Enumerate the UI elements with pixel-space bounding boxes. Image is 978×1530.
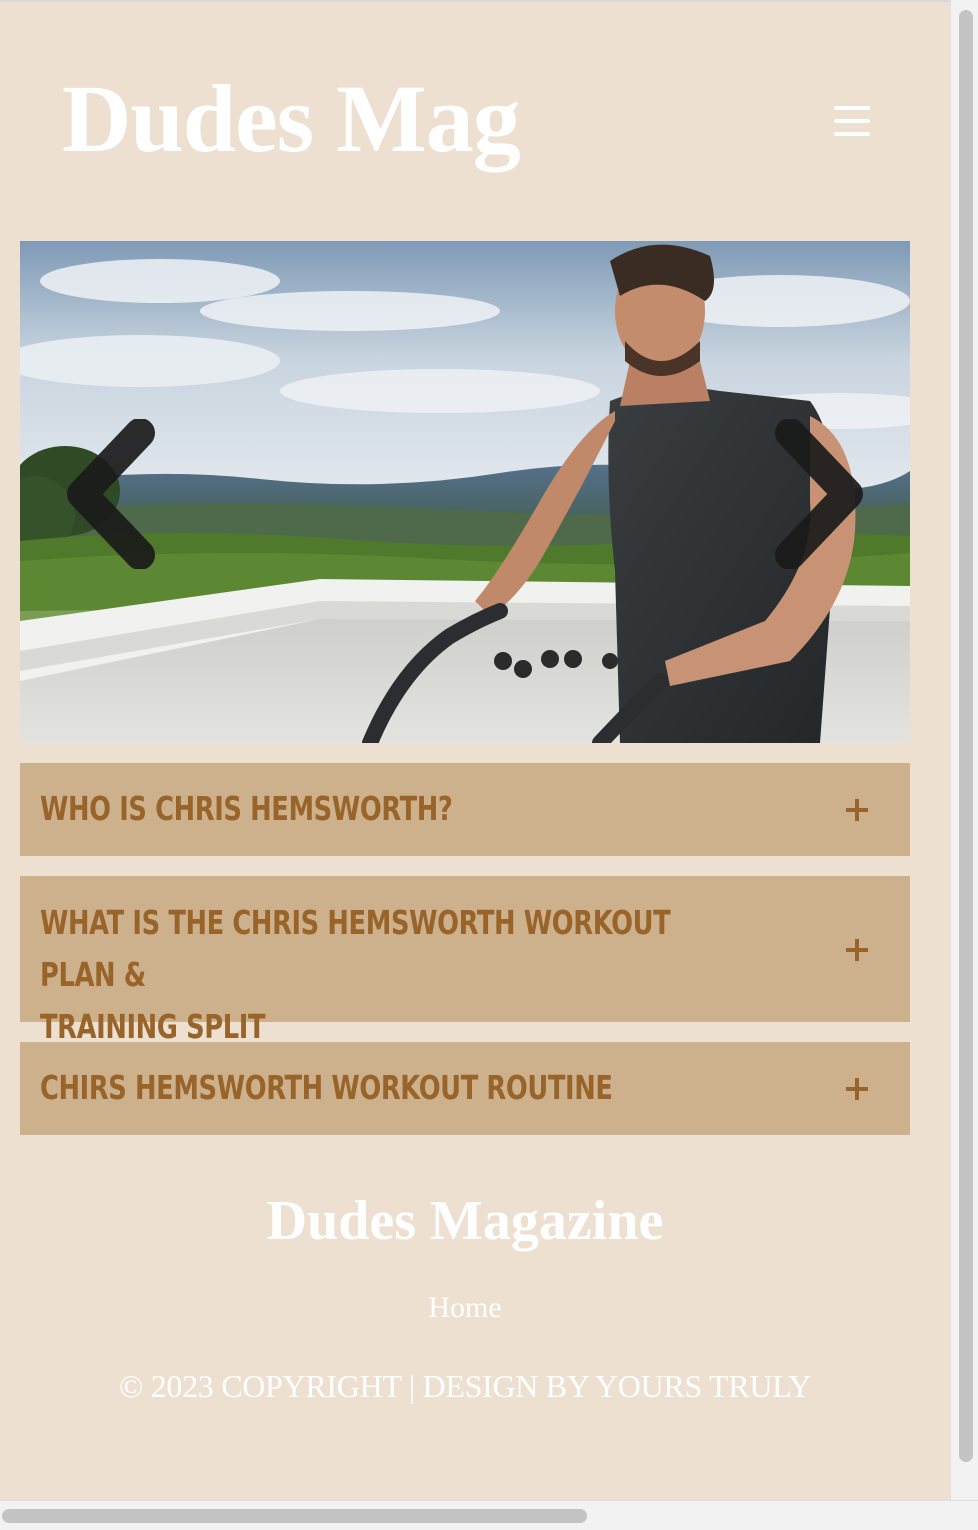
horizontal-scrollbar-thumb[interactable] (2, 1509, 587, 1523)
chevron-right-icon[interactable] (760, 419, 870, 569)
accordion-title-line: WHAT IS THE CHRIS HEMSWORTH WORKOUT PLAN… (40, 903, 671, 994)
menu-bar (834, 119, 870, 123)
accordion-title: WHAT IS THE CHRIS HEMSWORTH WORKOUT PLAN… (40, 897, 742, 1053)
site-brand[interactable]: Dudes Mag (62, 64, 521, 174)
footer-title: Dudes Magazine (266, 1190, 664, 1252)
vertical-scrollbar[interactable] (950, 0, 978, 1500)
accordion-item-who-is-chris[interactable]: WHO IS CHRIS HEMSWORTH? (20, 763, 910, 856)
copyright-text: © 2023 COPYRIGHT | DESIGN BY YOURS TRULY (118, 1368, 812, 1404)
hero-carousel (20, 241, 910, 743)
page: Dudes Mag WHO IS CHRIS HEMSWORTH? WHAT I… (0, 0, 950, 1500)
accordion-item-workout-plan[interactable]: WHAT IS THE CHRIS HEMSWORTH WORKOUT PLAN… (20, 876, 910, 1046)
accordion-title: CHIRS HEMSWORTH WORKOUT ROUTINE (40, 1068, 613, 1107)
accordion-item-workout-routine[interactable]: CHIRS HEMSWORTH WORKOUT ROUTINE (20, 1042, 910, 1135)
plus-icon[interactable] (846, 1077, 870, 1101)
horizontal-scrollbar[interactable] (0, 1500, 978, 1530)
footer-link-home[interactable]: Home (0, 1290, 930, 1326)
hamburger-menu-icon[interactable] (832, 102, 872, 142)
menu-bar (834, 132, 870, 136)
vertical-scrollbar-thumb[interactable] (959, 10, 973, 1462)
chevron-left-icon[interactable] (60, 419, 170, 569)
menu-bar (834, 106, 870, 110)
accordion-title: WHO IS CHRIS HEMSWORTH? (40, 789, 453, 828)
plus-icon[interactable] (846, 798, 870, 822)
plus-icon[interactable] (846, 938, 870, 962)
